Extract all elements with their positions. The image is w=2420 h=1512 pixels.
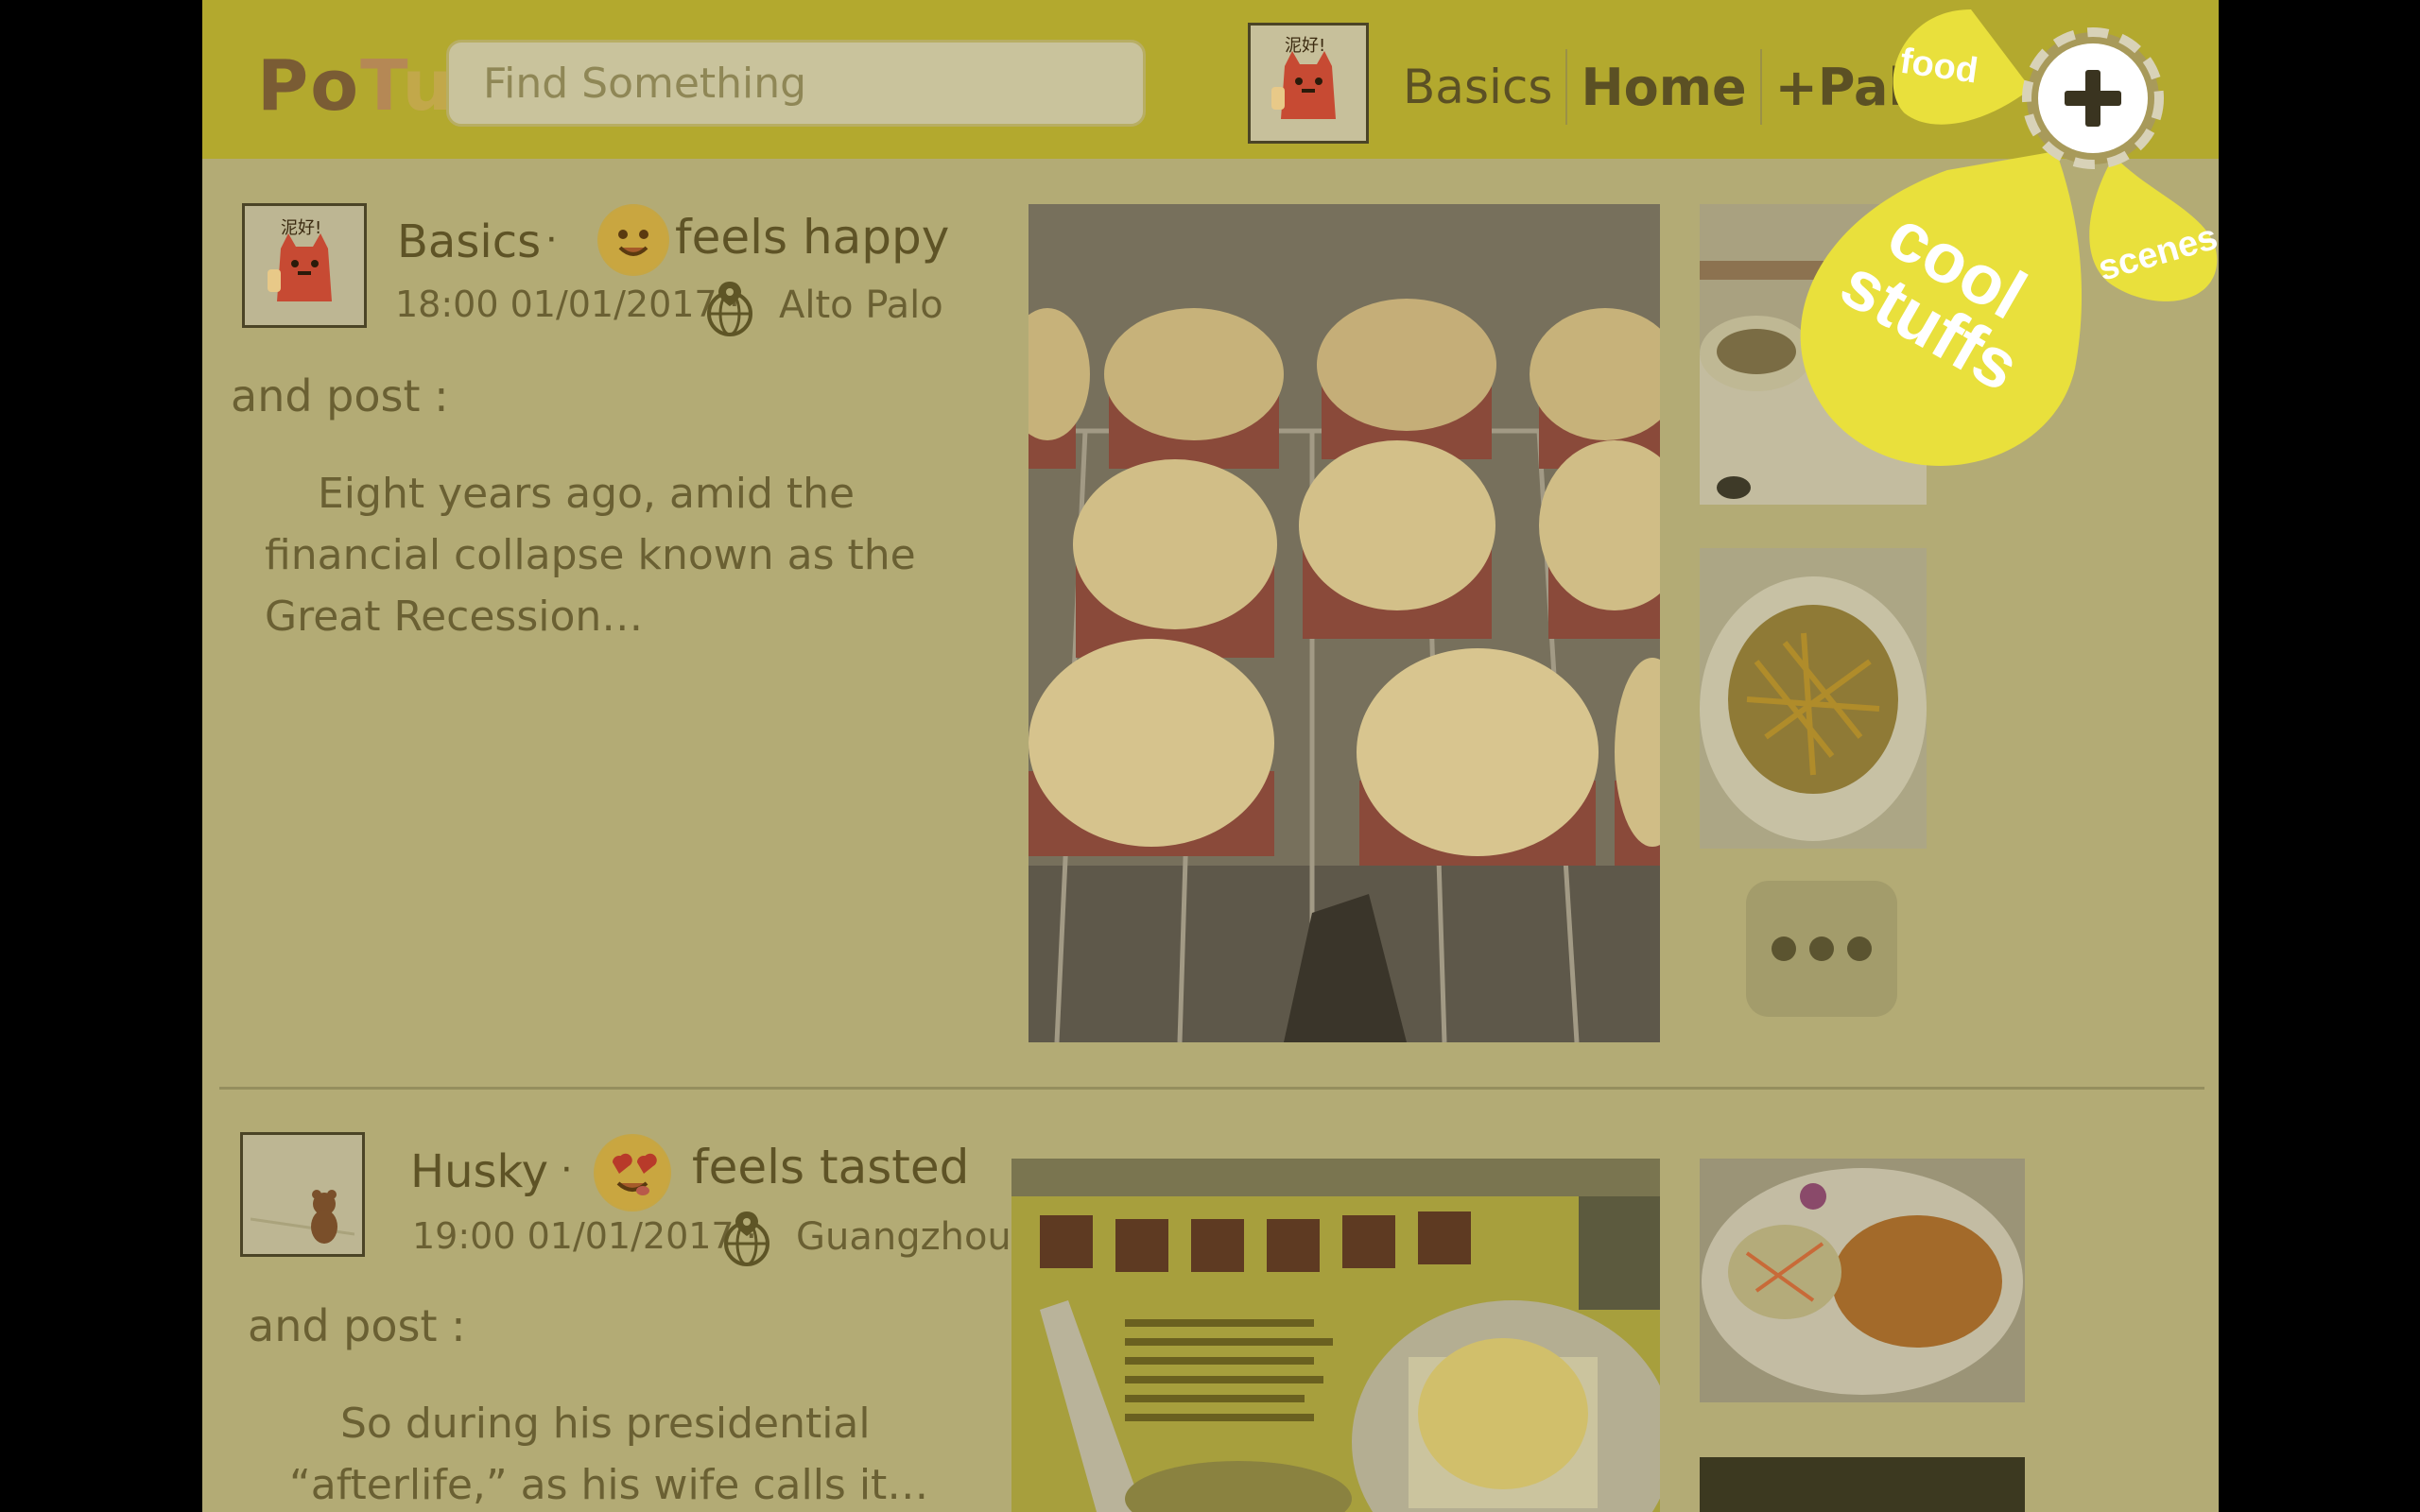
- red-cat-icon: 泥好!: [1271, 36, 1336, 119]
- post-photo-main[interactable]: [1028, 204, 1660, 1042]
- brown-bear-icon: [251, 1140, 354, 1249]
- and-post-label: and post :: [231, 370, 449, 421]
- post-body-line: “afterlife,” as his wife calls it…: [289, 1461, 929, 1509]
- post-photo-thumb-2[interactable]: [1700, 548, 1927, 849]
- heart-eyes-emoji-icon: [594, 1134, 671, 1211]
- post-time: 19:00 01/01/2017 ·: [412, 1215, 757, 1257]
- post-location[interactable]: Alto Palo: [779, 284, 943, 327]
- svg-text:泥好!: 泥好!: [1285, 36, 1325, 56]
- more-dot-icon: [1847, 936, 1872, 961]
- noodle-dish-thumb: [1700, 548, 1927, 849]
- potu-logo[interactable]: PoTu: [257, 45, 454, 127]
- post-body[interactable]: So during his presidential “afterlife,” …: [289, 1393, 1008, 1512]
- top-nav: Basics Home +Pals: [1403, 49, 1936, 125]
- post-photo-thumb-1[interactable]: [1700, 1159, 2025, 1402]
- nav-divider: [1759, 49, 1762, 125]
- search-placeholder: Find Something: [483, 59, 807, 108]
- separator-dot: ·: [544, 214, 559, 260]
- fab-add-button[interactable]: [2022, 27, 2164, 169]
- curry-dish-thumb: [1700, 1159, 2025, 1402]
- location-globe-icon: [724, 1211, 769, 1266]
- search-input[interactable]: Find Something: [446, 40, 1146, 127]
- post-body-line: financial collapse known as the: [265, 531, 916, 579]
- svg-text:泥好!: 泥好!: [281, 218, 321, 238]
- nav-divider: [1565, 49, 1568, 125]
- logo-part: Po: [257, 45, 361, 127]
- more-photos-button[interactable]: [1746, 881, 1897, 1017]
- cafe-menu-photo: [1011, 1159, 1660, 1512]
- nav-home[interactable]: Home: [1581, 58, 1746, 117]
- separator-dot: ·: [560, 1143, 574, 1190]
- more-dot-icon: [1809, 936, 1834, 961]
- post-body[interactable]: Eight years ago, amid the financial coll…: [265, 463, 983, 647]
- post-body-line: Great Recession…: [265, 593, 644, 641]
- post-feeling: feels tasted: [692, 1140, 970, 1194]
- more-dot-icon: [1772, 936, 1796, 961]
- post-avatar[interactable]: [240, 1132, 365, 1257]
- post-photo-main[interactable]: [1011, 1159, 1660, 1512]
- post-divider: [219, 1087, 2204, 1090]
- post-time: 18:00 01/01/2017 ·: [395, 284, 740, 325]
- post-username[interactable]: Basics: [397, 215, 541, 268]
- red-cat-icon: 泥好!: [268, 218, 332, 301]
- nav-basics[interactable]: Basics: [1403, 60, 1552, 114]
- post-avatar[interactable]: 泥好!: [242, 203, 367, 328]
- post-username[interactable]: Husky: [410, 1145, 548, 1198]
- happy-emoji-icon: [597, 204, 669, 276]
- cupcakes-photo: [1028, 204, 1660, 1042]
- user-avatar[interactable]: 泥好!: [1248, 23, 1369, 144]
- post-photo-thumb-2[interactable]: [1700, 1457, 2025, 1512]
- post-feeling: feels happy: [675, 210, 950, 265]
- post-body-line: Eight years ago, amid the: [318, 470, 856, 518]
- post-body-line: So during his presidential: [340, 1400, 871, 1448]
- post-location[interactable]: Guangzhou: [796, 1215, 1011, 1259]
- and-post-label: and post :: [248, 1300, 466, 1351]
- logo-part: T: [360, 45, 403, 127]
- location-globe-icon: [707, 282, 752, 336]
